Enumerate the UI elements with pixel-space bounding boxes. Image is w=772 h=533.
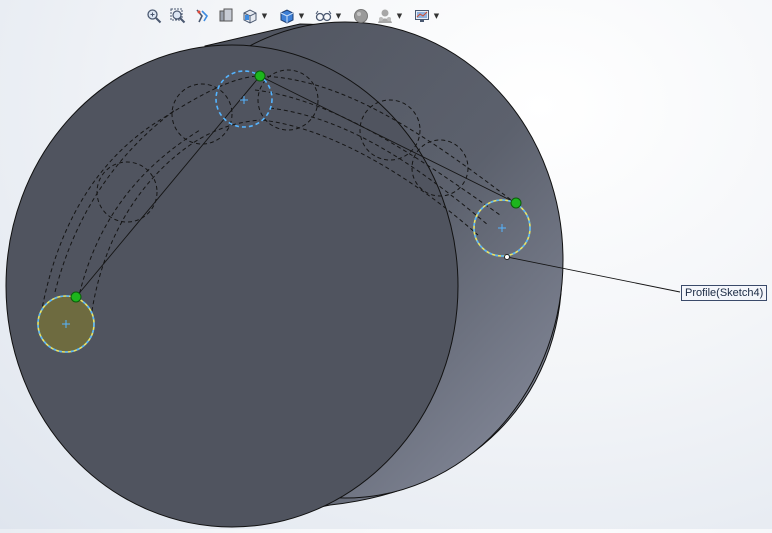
endpoint-handle[interactable] [510,197,522,209]
previous-view-icon [196,9,209,23]
endpoint-handle[interactable] [254,70,266,82]
view-settings-button[interactable] [411,5,433,27]
apply-scene-dropdown-icon[interactable]: ▼ [396,5,403,27]
callout-anchor-point[interactable] [504,254,510,260]
hide-show-items-icon [315,10,332,22]
section-view-icon [219,8,233,22]
zoom-to-fit-button[interactable] [143,5,165,27]
model-canvas[interactable] [0,0,772,529]
edit-appearance-icon [354,9,368,23]
view-orientation-icon [243,9,257,24]
previous-view-button[interactable] [191,5,213,27]
edit-appearance-button[interactable] [350,5,372,27]
graphics-area[interactable] [0,0,772,529]
view-settings-dropdown-icon[interactable]: ▼ [433,5,440,27]
apply-scene-icon [378,9,392,23]
view-settings-icon [415,10,429,22]
apply-scene-button[interactable] [374,5,396,27]
cylinder-body[interactable] [5,21,564,528]
view-orientation-button[interactable] [239,5,261,27]
heads-up-view-toolbar: ▼ ▼ ▼ ▼ ▼ [143,5,440,27]
display-style-icon [280,9,294,24]
view-orientation-dropdown-icon[interactable]: ▼ [261,5,268,27]
section-view-button[interactable] [215,5,237,27]
display-style-button[interactable] [276,5,298,27]
hide-show-items-button[interactable] [313,5,335,27]
zoom-to-area-button[interactable] [167,5,189,27]
zoom-to-area-icon [170,8,186,24]
zoom-to-fit-icon [147,9,162,24]
endpoint-handle[interactable] [70,291,82,303]
hide-show-items-dropdown-icon[interactable]: ▼ [335,5,342,27]
profile-callout-label[interactable]: Profile(Sketch4) [681,285,768,301]
display-style-dropdown-icon[interactable]: ▼ [298,5,305,27]
